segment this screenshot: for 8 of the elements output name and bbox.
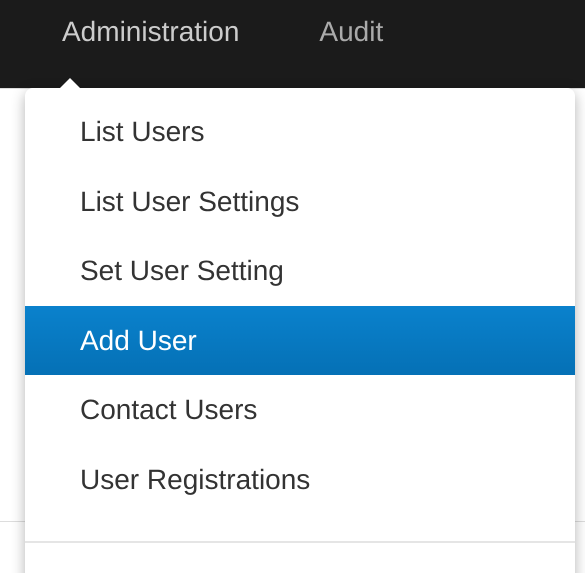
menu-item[interactable]: List User Settings xyxy=(25,166,575,236)
nav-link[interactable]: Administration xyxy=(62,16,240,48)
nav-link[interactable]: Audit xyxy=(319,16,384,48)
menu-item[interactable]: Contact Users xyxy=(25,375,575,445)
menu-item[interactable]: Add User xyxy=(25,306,575,376)
menu-item[interactable]: User Registrations xyxy=(25,444,575,515)
menu-item[interactable]: Set User Setting xyxy=(25,236,575,306)
menu-item[interactable]: List Users xyxy=(25,97,575,167)
